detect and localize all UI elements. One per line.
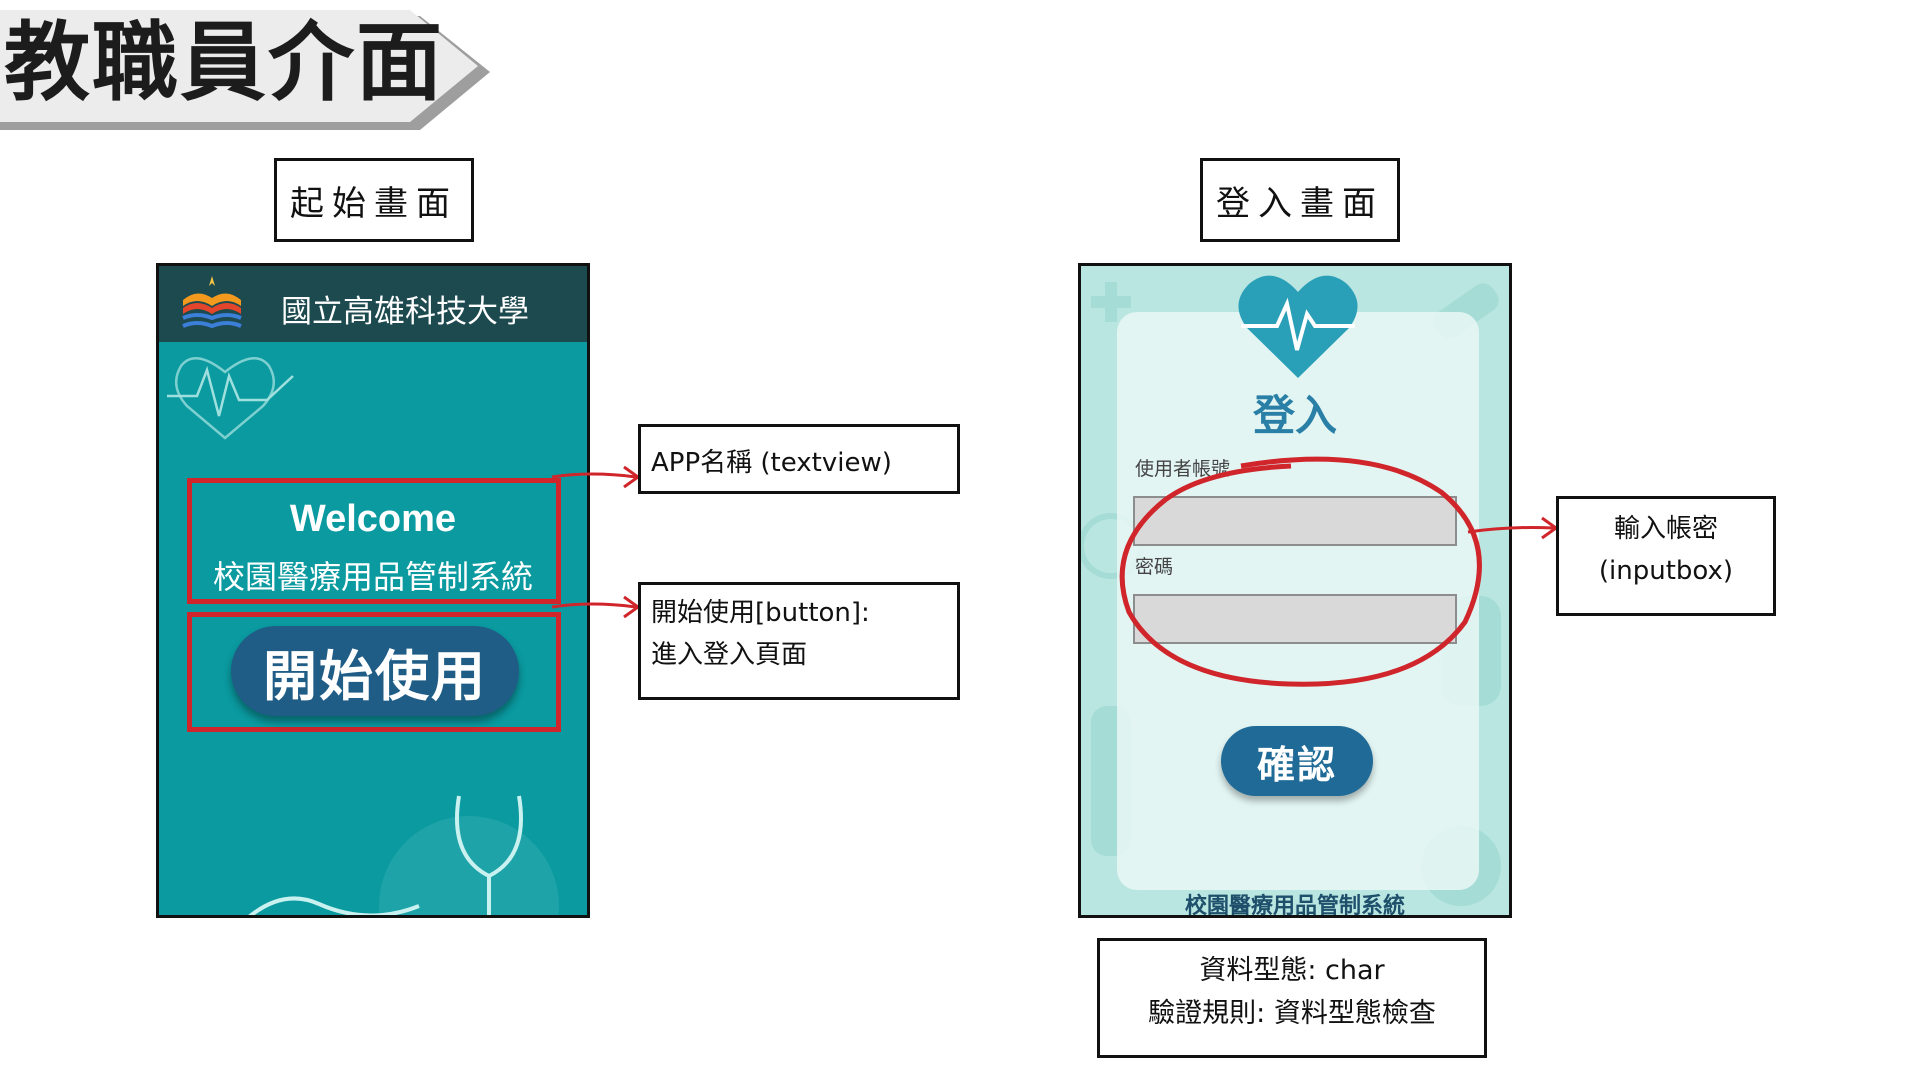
validation-rule-text: 驗證規則: 資料型態檢查 bbox=[1148, 998, 1436, 1030]
university-name: 國立高雄科技大學 bbox=[281, 294, 529, 330]
annotation-arrow-right bbox=[1467, 516, 1559, 540]
start-button-note-line2: 進入登入頁面 bbox=[651, 639, 808, 670]
heart-pulse-icon bbox=[1238, 275, 1358, 378]
app-name-text: 校園醫療用品管制系統 bbox=[212, 558, 533, 596]
start-screen-mockup: 國立高雄科技大學 Welcome 校園醫療用品管制系統 開始使用 bbox=[156, 263, 590, 918]
start-topbar: 國立高雄科技大學 bbox=[159, 266, 587, 342]
university-logo-icon bbox=[182, 276, 242, 329]
input-note-line1: 輸入帳密 bbox=[1613, 514, 1718, 544]
start-button-note-line1: 開始使用[button]: bbox=[651, 598, 870, 628]
start-screen-label: 起始畫面 bbox=[274, 158, 474, 242]
confirm-button[interactable]: 確認 bbox=[1221, 726, 1373, 796]
start-button[interactable]: 開始使用 bbox=[231, 626, 519, 716]
login-screen-mockup: 登入 使用者帳號 密碼 確認 校園醫療用品管制系統 bbox=[1078, 263, 1512, 918]
welcome-title: Welcome bbox=[289, 498, 457, 540]
login-screen-label: 登入畫面 bbox=[1200, 158, 1400, 242]
app-name-note: APP名稱 (textview) bbox=[638, 424, 960, 494]
stethoscope-icon bbox=[248, 795, 559, 915]
page-title: 教職員介面 bbox=[4, 13, 444, 113]
heartbeat-icon bbox=[167, 357, 294, 440]
validation-note: 資料型態: char 驗證規則: 資料型態檢查 bbox=[1097, 938, 1487, 1058]
data-type-text: 資料型態: char bbox=[1199, 955, 1385, 986]
login-footer-text: 校園醫療用品管制系統 bbox=[1184, 894, 1405, 918]
input-note-line2: (inputbox) bbox=[1598, 555, 1734, 586]
login-title: 登入 bbox=[1252, 391, 1337, 440]
start-button-note: 開始使用[button]: 進入登入頁面 bbox=[638, 582, 960, 700]
input-note: 輸入帳密 (inputbox) bbox=[1556, 496, 1776, 616]
annotation-arrows-left bbox=[551, 465, 641, 619]
app-name-note-text: APP名稱 (textview) bbox=[651, 448, 892, 478]
input-highlight-circle bbox=[1119, 456, 1482, 687]
slide-header: 教職員介面 bbox=[0, 10, 500, 138]
